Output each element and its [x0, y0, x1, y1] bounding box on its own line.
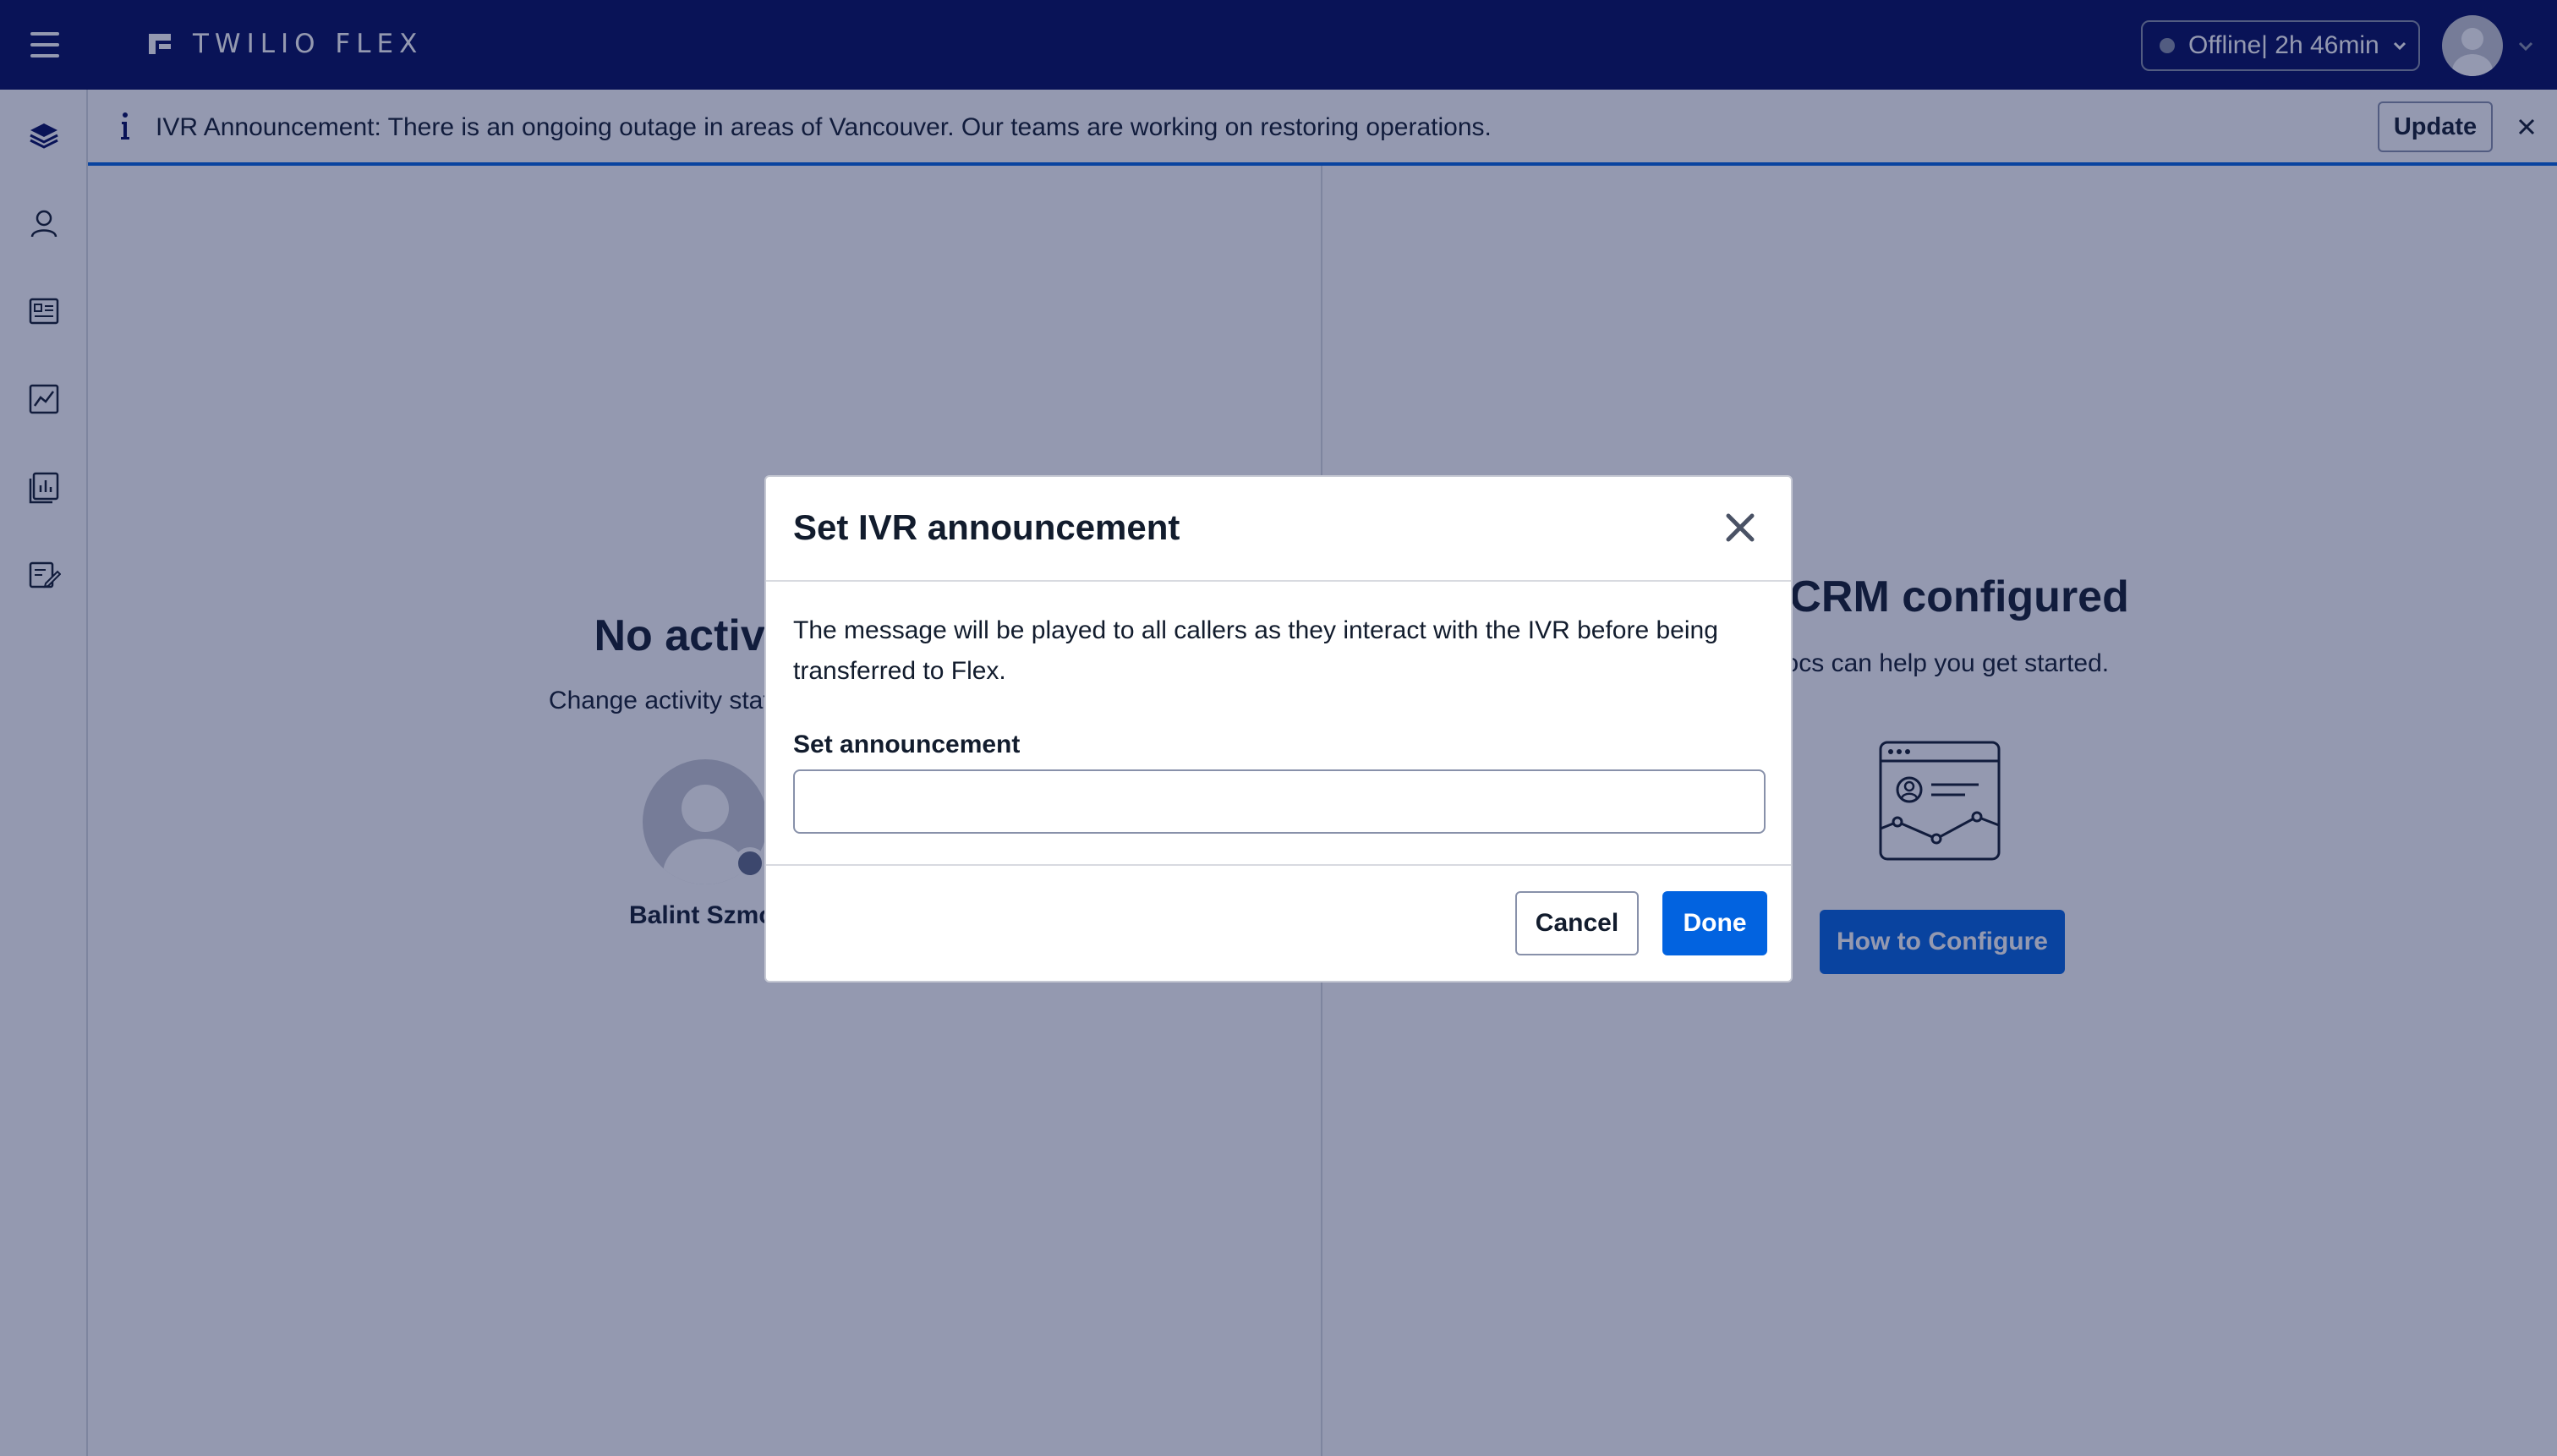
set-ivr-announcement-dialog: Set IVR announcement The message will be…: [764, 475, 1793, 983]
done-button[interactable]: Done: [1662, 891, 1767, 955]
announcement-input[interactable]: [793, 769, 1766, 834]
announcement-field-label: Set announcement: [793, 731, 1021, 758]
close-icon[interactable]: [1723, 511, 1757, 545]
dialog-title: Set IVR announcement: [793, 507, 1180, 547]
divider: [766, 864, 1791, 866]
divider: [766, 580, 1791, 582]
cancel-button[interactable]: Cancel: [1515, 891, 1639, 955]
dialog-description: The message will be played to all caller…: [793, 616, 1718, 685]
